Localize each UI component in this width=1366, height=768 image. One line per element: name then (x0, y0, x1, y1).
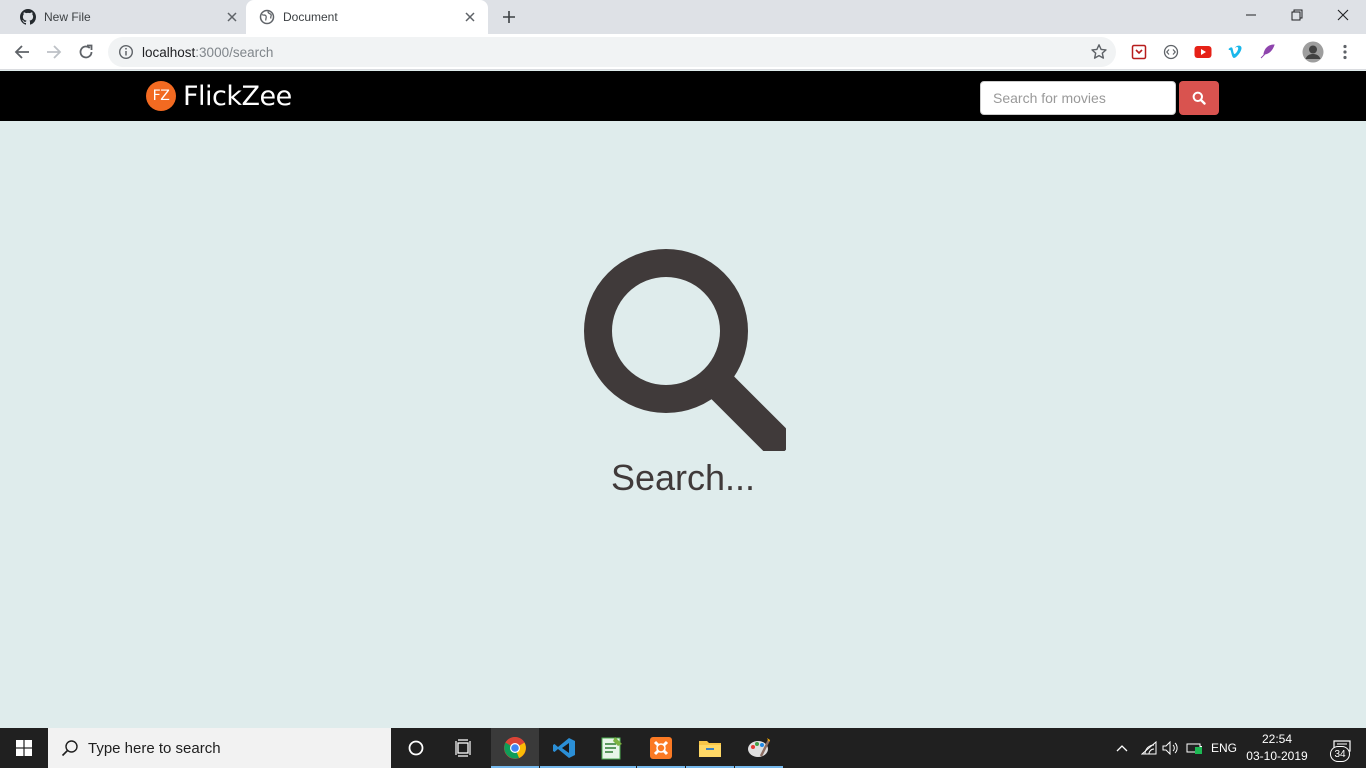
windows-taskbar: Type here to search ENG 22:54 03-10-2019… (0, 728, 1366, 768)
url-text: localhost:3000/search (142, 45, 273, 60)
tab-document[interactable]: Document (246, 0, 488, 34)
restore-icon[interactable] (1274, 0, 1320, 30)
clock-time: 22:54 (1261, 732, 1293, 746)
search-icon (60, 738, 80, 758)
site-navbar: FZ FlickZee (0, 71, 1366, 121)
search-page: Search... (0, 121, 1366, 728)
bookmark-star-icon[interactable] (1090, 43, 1108, 61)
vimeo-extension-icon[interactable] (1226, 43, 1244, 61)
paint-taskbar-icon[interactable] (735, 728, 783, 768)
menu-dots-icon[interactable] (1336, 43, 1354, 61)
forward-icon[interactable] (42, 40, 66, 64)
brand-name: FlickZee (183, 80, 292, 112)
tray-chevron-icon[interactable] (1112, 728, 1132, 768)
language-indicator[interactable]: ENG (1208, 728, 1240, 768)
movie-search-button[interactable] (1179, 81, 1219, 115)
search-icon (1192, 91, 1206, 105)
info-icon[interactable] (118, 44, 134, 60)
windows-start-icon[interactable] (0, 728, 48, 768)
browser-titlebar: New File Document (0, 0, 1366, 34)
brand-link[interactable]: FZ FlickZee (146, 80, 292, 112)
clock-date: 03-10-2019 (1246, 749, 1308, 763)
task-view-icon[interactable] (440, 728, 488, 768)
volume-icon[interactable] (1160, 728, 1182, 768)
browser-toolbar: localhost:3000/search (0, 34, 1366, 70)
wifi-icon[interactable] (1138, 728, 1160, 768)
notification-count-badge: 34 (1330, 746, 1350, 762)
back-icon[interactable] (10, 40, 34, 64)
chrome-taskbar-icon[interactable] (491, 728, 539, 768)
tab-new-file[interactable]: New File (0, 0, 246, 34)
movie-search-input[interactable] (980, 81, 1176, 115)
taskbar-search-placeholder: Type here to search (88, 739, 221, 757)
close-tab-icon[interactable] (462, 9, 478, 25)
globe-icon (259, 9, 275, 25)
cortana-icon[interactable] (392, 728, 440, 768)
tab-title: Document (283, 10, 338, 24)
minimize-icon[interactable] (1228, 0, 1274, 30)
taskbar-search-box[interactable]: Type here to search (48, 728, 391, 768)
close-tab-icon[interactable] (224, 9, 240, 25)
vscode-taskbar-icon[interactable] (540, 728, 588, 768)
pocket-extension-icon[interactable] (1130, 43, 1148, 61)
url-path: :3000/search (195, 45, 274, 60)
profile-avatar-icon[interactable] (1302, 41, 1324, 63)
reload-icon[interactable] (74, 40, 98, 64)
new-tab-icon[interactable] (499, 7, 519, 27)
address-bar[interactable]: localhost:3000/search (108, 37, 1116, 67)
close-window-icon[interactable] (1320, 0, 1366, 30)
xampp-taskbar-icon[interactable] (637, 728, 685, 768)
magnifier-icon (584, 249, 786, 451)
search-heading: Search... (610, 457, 756, 498)
brand-logo: FZ (146, 81, 176, 111)
youtube-extension-icon[interactable] (1194, 43, 1212, 61)
code-extension-icon[interactable] (1162, 43, 1180, 61)
github-icon (20, 9, 36, 25)
editor-taskbar-icon[interactable] (588, 728, 636, 768)
battery-icon[interactable] (1184, 728, 1206, 768)
url-host: localhost (142, 45, 196, 60)
tab-title: New File (44, 10, 91, 24)
taskbar-clock[interactable]: 22:54 03-10-2019 (1244, 731, 1310, 765)
feather-extension-icon[interactable] (1258, 43, 1276, 61)
file-explorer-taskbar-icon[interactable] (686, 728, 734, 768)
